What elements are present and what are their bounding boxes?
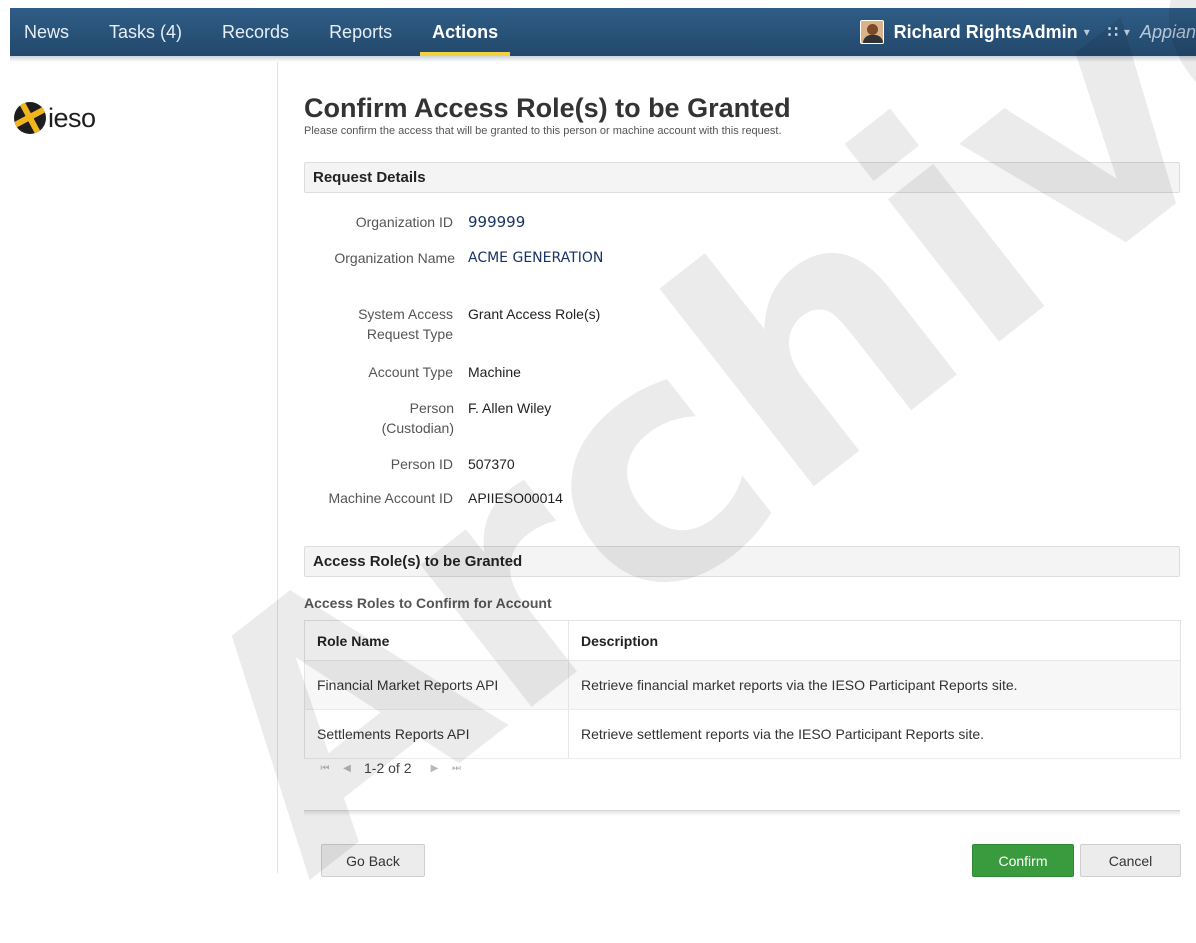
field-value: APIIESO00014 <box>468 490 563 506</box>
first-page-icon[interactable]: ⏮ <box>314 763 336 774</box>
field-value: ACME GENERATION <box>468 250 604 266</box>
top-bar: News Tasks (4) Records Reports Actions R… <box>0 0 1196 62</box>
nav-right-group: Richard RightsAdmin ▾ ∷ ▾ Appian <box>859 8 1196 56</box>
field-value: Machine <box>468 364 521 380</box>
field-value: F. Allen Wiley <box>468 400 552 416</box>
cancel-button[interactable]: Cancel <box>1080 844 1181 877</box>
field-label: Organization ID <box>355 214 453 230</box>
pager-range: 1-2 of 2 <box>364 760 412 776</box>
column-header-role-name[interactable]: Role Name <box>304 620 569 661</box>
field-value: 507370 <box>468 456 515 472</box>
apps-grid-icon[interactable]: ∷ <box>1108 22 1118 42</box>
cell-description: Retrieve financial market reports via th… <box>568 660 1181 710</box>
roles-grid: Role Name Description Financial Market R… <box>304 620 1181 759</box>
column-header-description[interactable]: Description <box>568 620 1181 661</box>
field-label: System Access Request Type <box>358 306 453 342</box>
next-page-icon[interactable]: ▶ <box>423 763 445 774</box>
user-avatar[interactable] <box>859 20 884 44</box>
nav-tab-records[interactable]: Records <box>202 8 309 56</box>
field-label: Person ID <box>390 456 453 472</box>
grid-caption: Access Roles to Confirm for Account <box>304 595 552 611</box>
go-back-button[interactable]: Go Back <box>321 844 425 877</box>
user-menu-name[interactable]: Richard RightsAdmin <box>894 22 1078 43</box>
globe-logo-icon <box>14 102 46 134</box>
page-title: Confirm Access Role(s) to be Granted <box>304 93 791 123</box>
section-header-access-roles: Access Role(s) to be Granted <box>304 546 1180 577</box>
grid-pager: ⏮ ◀ 1-2 of 2 ▶ ⏭ <box>314 760 467 776</box>
navigation-bar: News Tasks (4) Records Reports Actions R… <box>10 8 1196 56</box>
chevron-down-icon[interactable]: ▾ <box>1124 25 1130 39</box>
field-label: Person (Custodian) <box>381 400 454 436</box>
page-subtitle: Please confirm the access that will be g… <box>304 125 782 137</box>
cell-description: Retrieve settlement reports via the IESO… <box>568 709 1181 759</box>
left-sidebar: ieso <box>0 62 278 873</box>
ieso-logo: ieso <box>14 102 96 134</box>
main-content: Confirm Access Role(s) to be Granted Ple… <box>304 92 1184 877</box>
field-label: Machine Account ID <box>328 490 453 506</box>
grid-header-row: Role Name Description <box>304 620 1181 661</box>
cell-role-name: Settlements Reports API <box>304 709 569 759</box>
nav-tab-reports[interactable]: Reports <box>309 8 412 56</box>
nav-tab-actions[interactable]: Actions <box>412 8 518 56</box>
field-label: Organization Name <box>334 250 455 266</box>
prev-page-icon[interactable]: ◀ <box>336 763 358 774</box>
section-header-request-details: Request Details <box>304 162 1180 193</box>
nav-tab-news[interactable]: News <box>10 8 89 56</box>
confirm-button[interactable]: Confirm <box>972 844 1074 877</box>
nav-tab-tasks[interactable]: Tasks (4) <box>89 8 202 56</box>
field-value: Grant Access Role(s) <box>468 306 601 322</box>
archive-watermark: Archive <box>120 0 1196 943</box>
last-page-icon[interactable]: ⏭ <box>445 763 467 774</box>
cell-role-name: Financial Market Reports API <box>304 660 569 710</box>
chevron-down-icon[interactable]: ▾ <box>1084 25 1090 39</box>
table-row[interactable]: Financial Market Reports API Retrieve fi… <box>304 660 1181 710</box>
section-divider <box>304 810 1180 816</box>
field-value: 999999 <box>468 213 526 231</box>
appian-brand: Appian <box>1139 21 1196 42</box>
logo-text: ieso <box>48 102 96 133</box>
table-row[interactable]: Settlements Reports API Retrieve settlem… <box>304 709 1181 759</box>
field-label: Account Type <box>368 364 453 380</box>
